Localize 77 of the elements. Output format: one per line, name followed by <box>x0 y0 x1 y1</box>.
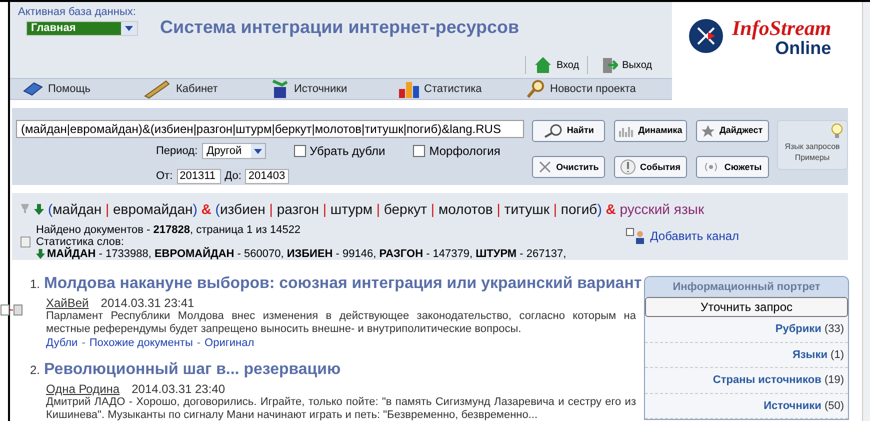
database-label: Активная база данных: <box>18 5 137 20</box>
action-button[interactable]: Динамика <box>614 120 687 142</box>
query-expression: (майдан | евромайдан) & (избиен | разгон | штурм | беркут | молотов | титушк | погиб) & русский язык <box>48 200 704 219</box>
action-button[interactable]: Очистить <box>532 156 605 178</box>
source-link[interactable]: Одна Родина <box>46 382 120 396</box>
checkbox-label: Убрать дубли <box>310 143 386 160</box>
word-stats: МАЙДАН - 1733988, ЕВРОМАЙДАН - 560070, ИЗБИЕН - 99146, РАЗГОН - 147379, ШТУРМ - 267137, <box>47 248 566 260</box>
database-select[interactable]: Главная <box>26 20 138 36</box>
search-icon <box>542 124 563 138</box>
article-link[interactable]: Дубли <box>46 336 78 350</box>
add-channel-link[interactable]: Добавить канал <box>626 228 739 244</box>
checkbox[interactable] <box>294 145 306 157</box>
lightbulb-icon <box>831 123 843 139</box>
exit-icon <box>600 56 618 74</box>
help-link[interactable]: Примеры <box>794 152 830 163</box>
article-link[interactable]: Оригинал <box>204 336 254 350</box>
link-separator: - <box>82 336 86 350</box>
period-label: Период: <box>156 144 198 159</box>
link-separator: - <box>196 336 201 350</box>
portrait-item[interactable]: Рубрики (33) <box>645 317 848 342</box>
portrait-item[interactable]: Источники (50) <box>645 394 848 419</box>
found-count: Найдено документов - 217828, страница 1 из 14522 <box>36 224 302 236</box>
to-label: До: <box>224 169 242 184</box>
article-title[interactable]: Революционный шаг в... резервацию <box>44 358 341 382</box>
to-field[interactable]: 201403 <box>245 168 290 184</box>
close-icon <box>538 160 552 174</box>
app-title: Система интеграции интернет-ресурсов <box>160 16 520 39</box>
checkbox-label: Морфология <box>429 143 500 160</box>
article-number: 1. <box>30 276 40 292</box>
nav-tab[interactable]: Статистика <box>386 79 514 99</box>
nav-tab[interactable]: Кабинет <box>130 79 258 99</box>
bar-chart-icon <box>618 125 634 137</box>
article-date: 2014.03.31 23:41 <box>100 296 194 310</box>
help-link[interactable]: Язык запросов <box>784 141 840 152</box>
home-icon <box>534 56 552 74</box>
refine-query-button[interactable]: Уточнить запрос <box>645 297 848 317</box>
action-button[interactable]: События <box>614 156 687 178</box>
action-button[interactable]: Дайджест <box>696 120 768 142</box>
login-button[interactable]: Вход <box>525 56 588 74</box>
nav-tab[interactable]: Помощь <box>10 80 130 98</box>
query-field[interactable]: (майдан|евромайдан)&(избиен|разгон|штурм|беркут|молотов|титушк|погиб)&lang.RUS <box>16 120 524 138</box>
down-arrow-icon <box>36 248 45 258</box>
wrench-icon <box>142 79 172 99</box>
checkbox[interactable] <box>413 145 426 157</box>
document-icon <box>20 236 32 248</box>
portrait-title: Информационный портрет <box>645 276 848 297</box>
box-icon <box>270 79 290 99</box>
portrait-item[interactable]: Страны источников (19) <box>645 368 848 394</box>
portrait-item[interactable]: Языки (1) <box>645 342 848 368</box>
from-field[interactable]: 201311 <box>176 168 221 184</box>
caret-icon <box>125 26 133 30</box>
logo-subtitle: Online <box>775 39 832 57</box>
nav-tab[interactable]: Источники <box>258 79 386 99</box>
action-button[interactable]: Найти <box>532 120 605 142</box>
article-date: 2014.03.31 23:40 <box>132 382 226 396</box>
star-icon <box>701 124 716 138</box>
book-icon <box>22 81 44 97</box>
stats-label: Статистика слов: <box>36 236 125 248</box>
source-link[interactable]: ХайВей <box>46 296 89 310</box>
logo-icon <box>688 18 724 54</box>
logo-title: InfoStream <box>732 18 832 39</box>
logout-button[interactable]: Выход <box>600 56 660 74</box>
article-number: 2. <box>30 362 40 378</box>
caret-icon <box>254 148 262 154</box>
article-title[interactable]: Молдова накануне выборов: союзная интеграция или украинский вариант <box>44 272 642 296</box>
down-arrow-icon <box>34 204 44 214</box>
article-snippet: Дмитрий ЛАДО - Хорошо, договорились. Играйте, только пойте: "в память Сигизмунд Лазаревича и сестру его из Кишинева". Музыканты по сигналу Мани начинают играть и петь: "Безвременно, безвременно... <box>45 396 636 421</box>
nav-tab[interactable]: Новости проекта <box>514 79 654 99</box>
article-link[interactable]: Похожие документы <box>89 336 193 350</box>
action-button[interactable]: Сюжеты <box>696 156 768 178</box>
period-select[interactable]: Другой <box>202 143 266 159</box>
magnifier-icon <box>526 79 546 99</box>
from-label: От: <box>156 169 173 184</box>
bar-chart-icon <box>398 79 420 99</box>
exclamation-icon <box>620 159 636 176</box>
user-add-icon <box>626 228 646 244</box>
article-snippet: Парламент Республики Молдова внес изменения в действующее законодательство, согласно которым на местные референдумы будет запрещено выносить внешне- и внутриполитические вопросы. <box>45 310 636 336</box>
